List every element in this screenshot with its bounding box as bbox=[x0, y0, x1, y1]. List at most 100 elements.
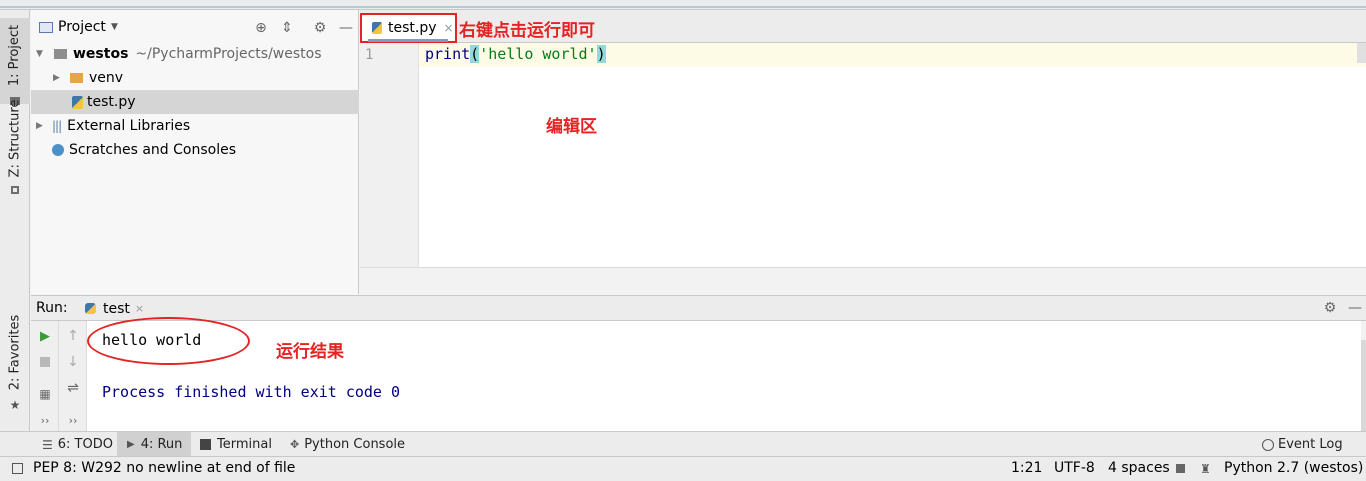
status-bar: PEP 8: W292 no newline at end of file 1:… bbox=[0, 456, 1366, 481]
project-panel-header: Project ▼ ⊕ ⇕ ⚙ — bbox=[31, 16, 359, 40]
code-line-1[interactable]: print ( 'hello world' ) bbox=[425, 45, 606, 63]
run-tab-test[interactable]: test × bbox=[83, 296, 147, 321]
list-icon: ☰ bbox=[42, 437, 53, 452]
project-panel: Project ▼ ⊕ ⇕ ⚙ — ▼ westos ~/PycharmProj… bbox=[31, 10, 359, 294]
tool-tab-terminal[interactable]: Terminal bbox=[200, 432, 272, 457]
chevron-down-icon[interactable]: ▼ bbox=[111, 22, 118, 32]
window-top-strip bbox=[0, 0, 1366, 10]
annotation-run-hint: 右键点击运行即可 bbox=[459, 21, 595, 41]
chevron-right-icon[interactable]: ▶ bbox=[36, 121, 50, 131]
code-open-paren: ( bbox=[470, 45, 480, 63]
tool-tab-structure-label: Z: Structure bbox=[7, 99, 23, 177]
gear-icon[interactable]: ⚙ bbox=[1321, 299, 1339, 317]
star-icon: ★ bbox=[9, 397, 21, 412]
tool-tab-event-log[interactable]: Event Log bbox=[1262, 432, 1343, 457]
editor-scrollbar[interactable] bbox=[1357, 43, 1366, 63]
annotation-result: 运行结果 bbox=[276, 342, 344, 362]
locate-icon[interactable]: ⊕ bbox=[252, 19, 270, 37]
tree-item-label: External Libraries bbox=[67, 118, 191, 134]
tool-tab-python-console[interactable]: ✥ Python Console bbox=[290, 432, 405, 457]
editor-breadcrumb-bar bbox=[360, 267, 1366, 295]
more-icon[interactable]: ›› bbox=[64, 411, 82, 429]
stop-icon[interactable] bbox=[36, 353, 54, 371]
hide-panel-icon[interactable]: — bbox=[1346, 299, 1364, 317]
tree-item-scratches[interactable]: Scratches and Consoles bbox=[31, 138, 359, 162]
run-icon: ▶ bbox=[127, 439, 135, 450]
tree-item-test-py[interactable]: test.py bbox=[31, 90, 359, 114]
project-view-icon bbox=[39, 22, 53, 33]
interpreter-selector[interactable]: Python 2.7 (westos) bbox=[1224, 460, 1363, 476]
annotation-ellipse bbox=[87, 317, 250, 365]
line-number: 1 bbox=[365, 47, 374, 63]
python-file-icon bbox=[72, 95, 83, 109]
tool-tab-project[interactable]: 1: Project bbox=[0, 18, 30, 105]
annotation-editor-area: 编辑区 bbox=[546, 117, 597, 137]
project-view-selector[interactable]: Project bbox=[58, 19, 106, 35]
tree-item-venv[interactable]: ▶ venv bbox=[31, 66, 359, 90]
structure-icon bbox=[11, 185, 19, 194]
caret-position[interactable]: 1:21 bbox=[1011, 460, 1042, 476]
tree-item-label: Scratches and Consoles bbox=[69, 142, 236, 158]
rerun-icon[interactable]: ▶ bbox=[36, 327, 54, 345]
chevron-right-icon[interactable]: ▶ bbox=[53, 73, 67, 83]
folder-icon bbox=[70, 73, 83, 83]
python-icon: ✥ bbox=[290, 438, 300, 451]
inspector-icon[interactable]: ♜ bbox=[1200, 462, 1211, 476]
status-toggle-icon[interactable] bbox=[12, 463, 23, 474]
tool-tab-project-label: 1: Project bbox=[7, 24, 23, 86]
code-editor[interactable] bbox=[360, 43, 1366, 267]
scratches-icon bbox=[52, 144, 64, 156]
python-icon bbox=[85, 303, 96, 314]
tool-tab-favorites-label: 2: Favorites bbox=[7, 314, 23, 390]
event-log-icon bbox=[1262, 438, 1274, 451]
tool-tab-todo[interactable]: ☰ 6: TODO bbox=[38, 432, 121, 457]
tool-tab-favorites[interactable]: 2: Favorites ★ bbox=[0, 314, 30, 424]
console-scrollbar[interactable] bbox=[1361, 340, 1366, 431]
left-tool-strip: 1: Project Z: Structure 2: Favorites ★ bbox=[0, 10, 30, 455]
run-panel-header: Run: test × ⚙ — bbox=[31, 295, 1366, 321]
tree-item-westos[interactable]: ▼ westos ~/PycharmProjects/westos bbox=[31, 42, 359, 66]
code-function: print bbox=[425, 45, 471, 63]
run-tab-label: test bbox=[103, 300, 130, 317]
tab-underline bbox=[368, 39, 448, 42]
run-toolbar-secondary: ↑ ↓ ⇌ ›› bbox=[59, 321, 87, 431]
arrow-down-icon[interactable]: ↓ bbox=[64, 353, 82, 371]
tree-item-external-libraries[interactable]: ▶ ||| External Libraries bbox=[31, 114, 359, 138]
editor-gutter: 1 bbox=[360, 43, 419, 267]
gear-icon[interactable]: ⚙ bbox=[311, 19, 329, 37]
lock-icon[interactable] bbox=[1176, 464, 1185, 473]
layout-icon[interactable]: ▦ bbox=[36, 385, 54, 403]
file-encoding[interactable]: UTF-8 bbox=[1054, 460, 1095, 476]
indent-setting[interactable]: 4 spaces bbox=[1108, 460, 1170, 476]
python-file-icon bbox=[372, 22, 382, 34]
close-icon[interactable]: × bbox=[444, 21, 454, 35]
tool-tab-run[interactable]: ▶ 4: Run bbox=[117, 432, 191, 457]
run-toolbar-primary: ▶ ▦ ›› bbox=[31, 321, 59, 431]
code-close-paren: ) bbox=[596, 45, 606, 63]
status-message[interactable]: PEP 8: W292 no newline at end of file bbox=[33, 460, 295, 476]
run-panel-label: Run: bbox=[36, 300, 68, 316]
soft-wrap-icon[interactable]: ⇌ bbox=[64, 379, 82, 397]
tool-tab-label: 6: TODO bbox=[57, 437, 113, 452]
more-icon[interactable]: ›› bbox=[36, 411, 54, 429]
collapse-all-icon[interactable]: ⇕ bbox=[278, 19, 296, 37]
tree-item-label: test.py bbox=[87, 94, 136, 110]
tool-tab-label: 4: Run bbox=[140, 437, 183, 452]
tree-item-path: ~/PycharmProjects/westos bbox=[135, 46, 322, 62]
close-icon[interactable]: × bbox=[135, 302, 144, 315]
tab-label: test.py bbox=[388, 20, 437, 36]
tool-tab-structure[interactable]: Z: Structure bbox=[0, 99, 30, 210]
tree-item-label: venv bbox=[89, 70, 124, 86]
chevron-down-icon[interactable]: ▼ bbox=[36, 49, 50, 59]
code-string: 'hello world' bbox=[479, 45, 597, 63]
tool-tab-label: Event Log bbox=[1278, 437, 1343, 452]
arrow-up-icon[interactable]: ↑ bbox=[64, 327, 82, 345]
window-top-accent bbox=[0, 6, 1366, 8]
bottom-tool-tabs: ☰ 6: TODO ▶ 4: Run Terminal ✥ Python Con… bbox=[0, 431, 1366, 457]
tool-tab-label: Python Console bbox=[304, 437, 406, 452]
tool-tab-label: Terminal bbox=[217, 437, 272, 452]
folder-icon bbox=[54, 49, 67, 59]
console-exit-message: Process finished with exit code 0 bbox=[102, 383, 401, 401]
hide-panel-icon[interactable]: — bbox=[337, 19, 355, 37]
tree-item-label: westos bbox=[73, 46, 129, 62]
